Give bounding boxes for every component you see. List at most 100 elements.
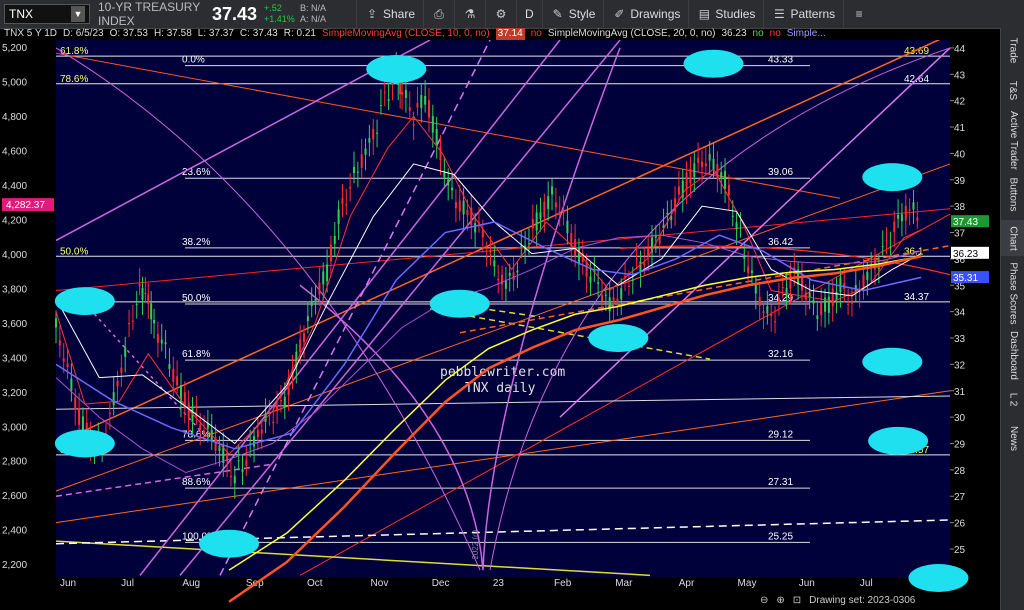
candle-body <box>635 258 638 261</box>
candle-body <box>66 363 69 368</box>
candle-body <box>493 260 496 267</box>
candle-body <box>554 202 557 208</box>
interval-label: D <box>525 7 534 21</box>
candle-body <box>368 137 371 143</box>
y-left-tick-label: 4,400 <box>2 181 27 192</box>
candle-body <box>812 299 815 304</box>
sidebar-tab-l-2[interactable]: L 2 <box>1001 384 1024 414</box>
fib-value-label: 29.12 <box>768 429 793 440</box>
x-tick-label: Aug <box>182 578 200 589</box>
candle-body <box>401 92 404 95</box>
fib-pct-label: 38.2% <box>182 237 210 248</box>
style-button[interactable]: ✎ Style <box>541 0 604 28</box>
price-chart[interactable]: pebblewriter.comTNX daily 5,200 5,000 4,800… <box>0 40 1000 610</box>
candle-body <box>827 296 830 313</box>
sidebar-tab-phase-scores[interactable]: Phase Scores <box>1001 260 1024 326</box>
candle-body <box>762 311 765 314</box>
candle-body <box>539 212 542 220</box>
sidebar-tab-buttons[interactable]: Buttons <box>1001 172 1024 216</box>
candle-body <box>318 282 321 295</box>
sidebar-tab-dashboard[interactable]: Dashboard <box>1001 330 1024 380</box>
lab-button[interactable]: ⚗ <box>454 0 485 28</box>
x-tick-label: 23 <box>493 578 505 589</box>
fib-pct-label: 61.8% <box>182 349 210 360</box>
right-sidebar: Trade T&S Active Trader Buttons Chart Phase S… <box>1000 28 1024 610</box>
ask-value: A: N/A <box>300 14 327 24</box>
x-tick-label: Jul <box>121 578 134 589</box>
symbol-input[interactable]: TNX ▼ <box>4 4 90 24</box>
sma2-value: 36.23 <box>721 28 747 39</box>
share-button[interactable]: ⇪ Share <box>356 0 423 28</box>
candle-body <box>160 339 163 344</box>
candle-body <box>616 298 619 303</box>
menu-button[interactable]: ≡ <box>843 0 874 28</box>
candle-body <box>916 217 919 221</box>
lock-icon[interactable]: ⊡ <box>793 595 801 606</box>
fib-value-label: 27.31 <box>768 477 793 488</box>
candle-body <box>135 304 138 306</box>
candle-body <box>601 294 604 302</box>
print-button[interactable]: ⎙ <box>423 0 454 28</box>
x-tick-label: Feb <box>554 578 572 589</box>
candle-body <box>831 288 834 306</box>
gear-icon: ⚙ <box>495 7 507 21</box>
high-label: H: 37.58 <box>153 28 192 39</box>
range-label: R: 0.21 <box>283 28 316 39</box>
candle-body <box>376 132 379 134</box>
candle-body <box>164 342 167 345</box>
candle-body <box>237 460 240 462</box>
candle-body <box>531 218 534 229</box>
y-left-tick-label: 4,600 <box>2 146 27 157</box>
flask-icon: ⚗ <box>464 7 476 21</box>
sidebar-tab-trade[interactable]: Trade <box>1001 32 1024 68</box>
sidebar-tab-news[interactable]: News <box>1001 418 1024 458</box>
share-label: Share <box>383 7 416 21</box>
y-left-tick-label: 3,000 <box>2 422 27 433</box>
sidebar-tab-t-s[interactable]: T&S <box>1001 72 1024 108</box>
candle-body <box>731 215 734 217</box>
fib-pct-label: 23.6% <box>182 167 210 178</box>
series-label: TNX 5 Y 1D <box>4 28 57 39</box>
sidebar-tab-chart[interactable]: Chart <box>1001 220 1024 256</box>
candle-body <box>697 158 700 163</box>
studies-button[interactable]: ▤ Studies <box>688 0 763 28</box>
candle-body <box>739 227 742 229</box>
y-left-tick-label: 4,800 <box>2 112 27 123</box>
price-marker-label: 36.23 <box>953 249 978 260</box>
candle-body <box>128 323 131 325</box>
candle-body <box>458 200 461 212</box>
candle-body <box>754 284 757 294</box>
candle-body <box>416 102 419 108</box>
candle-body <box>153 319 156 324</box>
x-tick-label: Nov <box>371 578 389 589</box>
candle-body <box>689 168 692 184</box>
studies-label: Studies <box>715 7 756 21</box>
patterns-button[interactable]: ☰ Patterns <box>763 0 843 28</box>
y-right-tick-label: 37 <box>954 229 966 240</box>
fib-value-label: 25.25 <box>768 531 793 542</box>
fib-value-label: 36.42 <box>768 237 793 248</box>
zoom-out-icon[interactable]: ⊖ <box>760 595 768 606</box>
sidebar-tab-active-trader[interactable]: Active Trader <box>1001 111 1024 170</box>
candle-body <box>885 240 888 242</box>
share-icon: ⇪ <box>366 7 378 21</box>
candle-body <box>647 247 650 256</box>
candle-body <box>141 288 144 300</box>
candle-body <box>643 262 646 266</box>
drawings-button[interactable]: ✐ Drawings <box>603 0 688 28</box>
candle-body <box>562 209 565 214</box>
highlight-ellipse <box>54 429 115 458</box>
settings-button[interactable]: ⚙ <box>485 0 516 28</box>
pencil-icon: ✐ <box>614 7 625 21</box>
zoom-in-icon[interactable]: ⊕ <box>776 595 784 606</box>
candle-body <box>462 200 465 215</box>
change-value: +.52 <box>264 3 282 13</box>
candle-body <box>256 429 259 438</box>
interval-button[interactable]: D <box>516 0 542 28</box>
y-right-tick-label: 38 <box>954 202 966 213</box>
candle-body <box>585 262 588 277</box>
candle-body <box>516 270 519 273</box>
chevron-down-icon[interactable]: ▼ <box>71 6 85 22</box>
candle-body <box>508 272 511 276</box>
bid-value: B: N/A <box>300 3 327 13</box>
